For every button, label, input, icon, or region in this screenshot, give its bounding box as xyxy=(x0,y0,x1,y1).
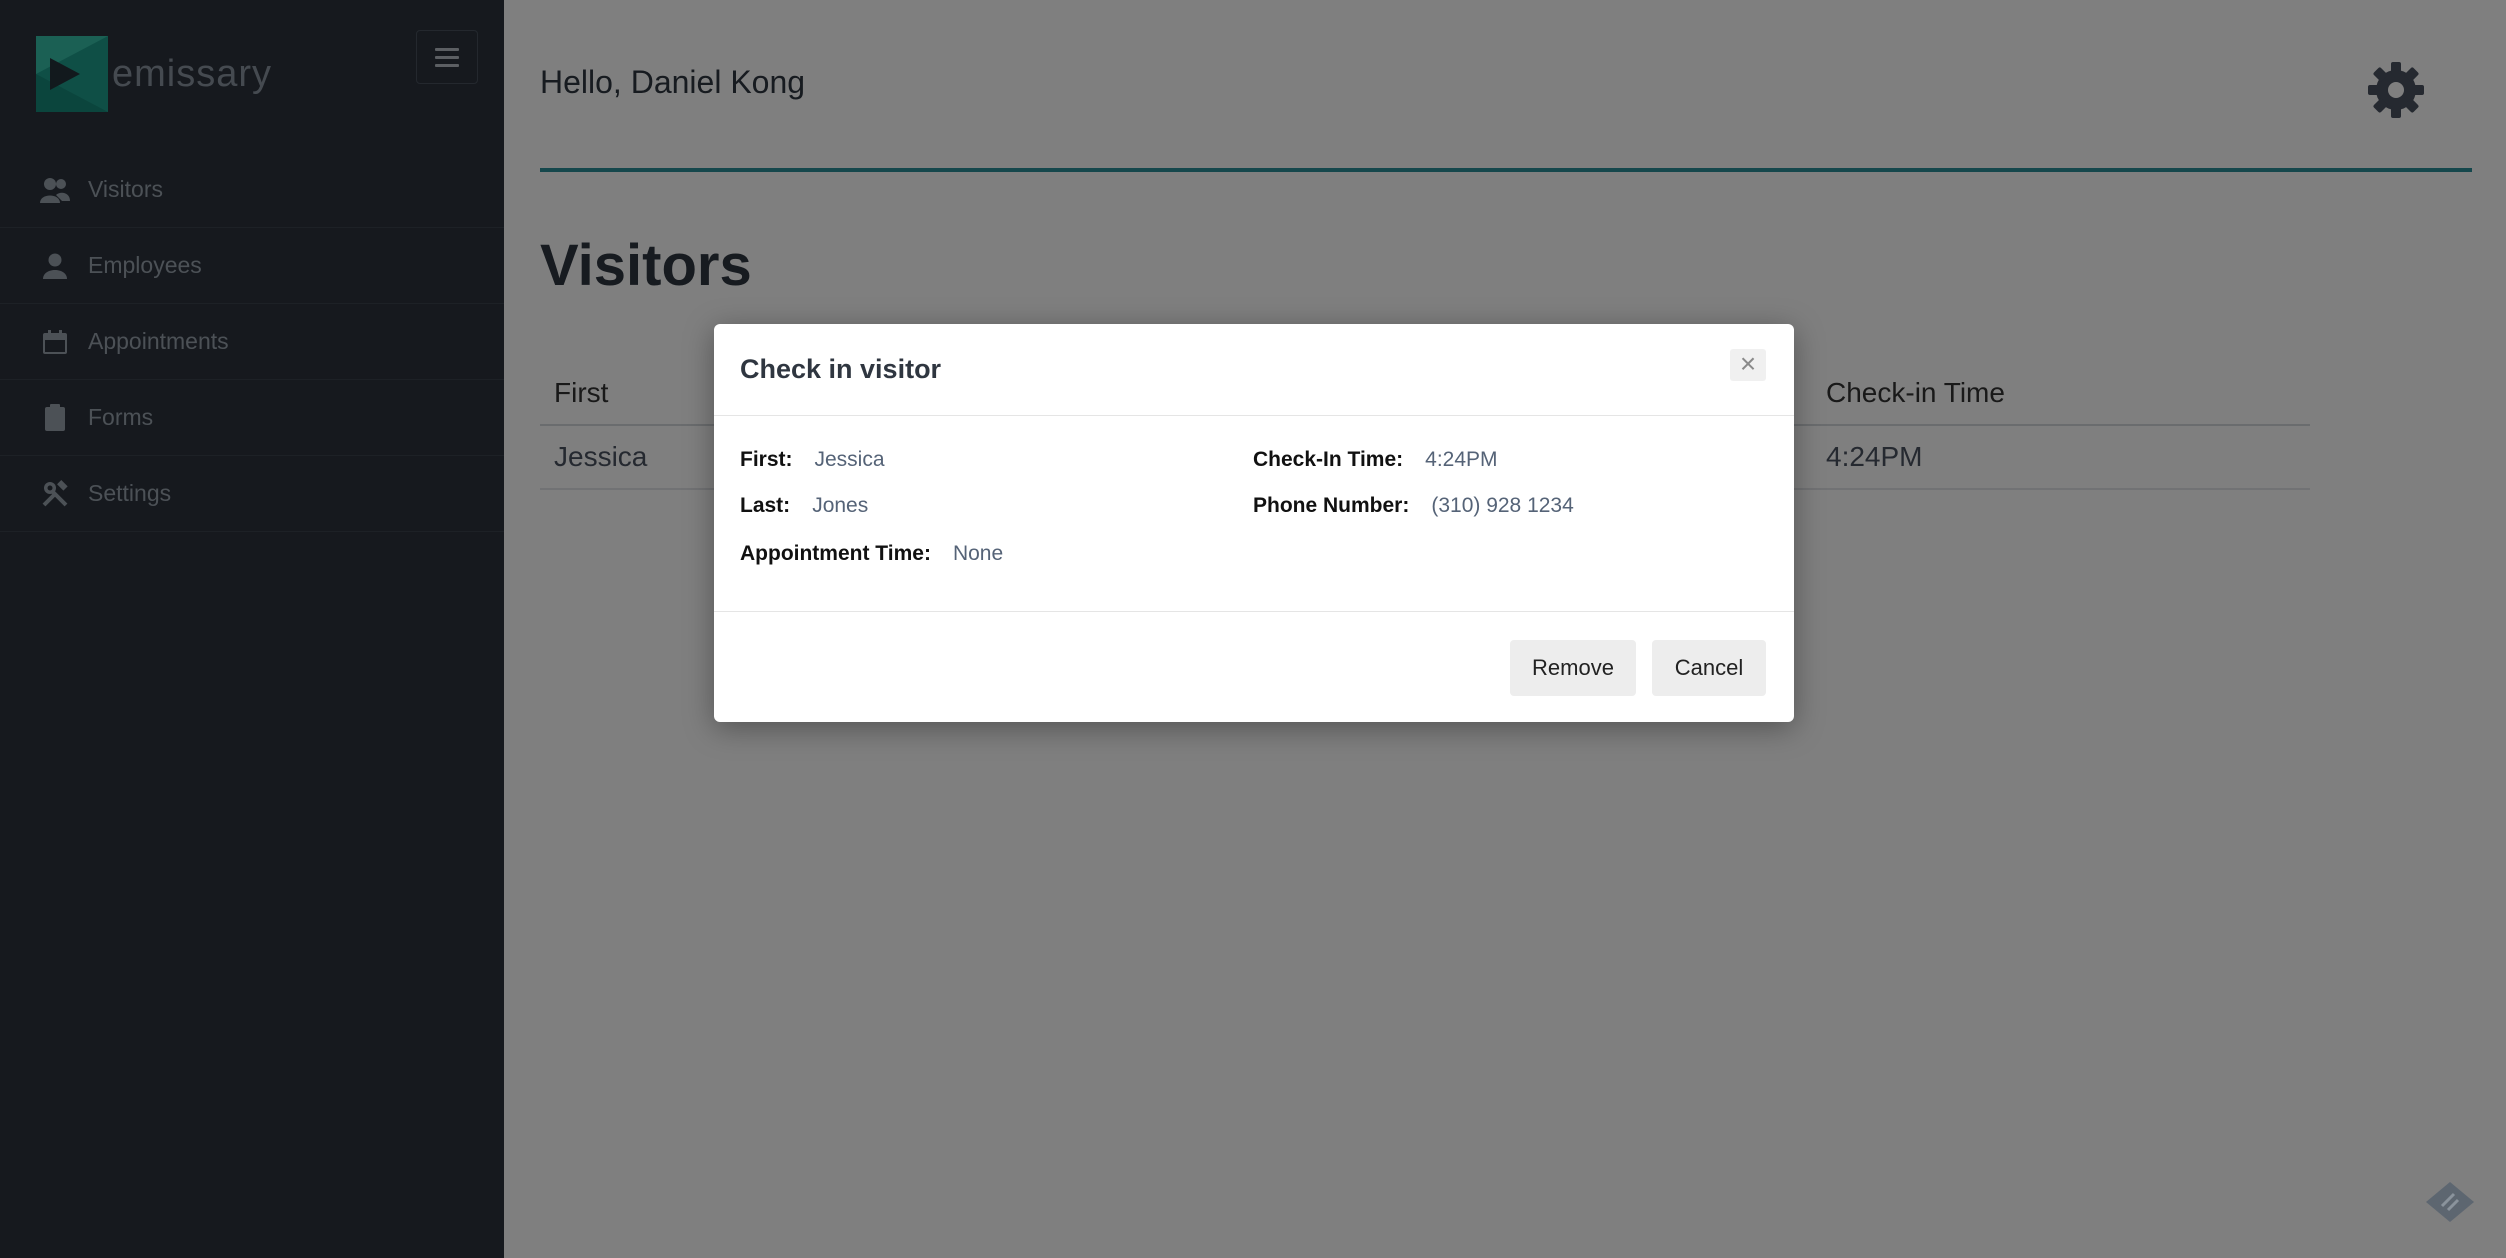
field-appointment-time: Appointment Time: None xyxy=(740,542,1003,566)
modal-body: First: Jessica Last: Jones Appointment T… xyxy=(714,416,1794,612)
modal-footer: Remove Cancel xyxy=(714,612,1794,720)
field-label: Appointment Time: xyxy=(740,542,931,565)
remove-button[interactable]: Remove xyxy=(1510,640,1636,696)
field-label: Last: xyxy=(740,494,791,517)
modal-title: Check in visitor xyxy=(740,354,942,384)
cancel-button[interactable]: Cancel xyxy=(1652,640,1766,696)
field-checkin-time: Check-In Time: 4:24PM xyxy=(1253,448,1498,472)
field-value: None xyxy=(952,542,1004,565)
feedback-icon[interactable] xyxy=(2424,1180,2476,1229)
field-value: Jessica xyxy=(814,448,885,471)
field-value: 4:24PM xyxy=(1425,448,1498,471)
field-first: First: Jessica xyxy=(740,448,885,472)
field-phone-number: Phone Number: (310) 928 1234 xyxy=(1253,494,1574,518)
check-in-modal: Check in visitor × First: Jessica Last: … xyxy=(714,324,1794,722)
field-value: Jones xyxy=(812,494,869,517)
close-icon[interactable]: × xyxy=(1730,349,1766,381)
field-label: First: xyxy=(740,448,793,471)
field-label: Phone Number: xyxy=(1253,494,1410,517)
field-label: Check-In Time: xyxy=(1253,448,1404,471)
field-last: Last: Jones xyxy=(740,494,868,518)
modal-header: Check in visitor × xyxy=(714,324,1794,416)
field-value: (310) 928 1234 xyxy=(1431,494,1574,517)
